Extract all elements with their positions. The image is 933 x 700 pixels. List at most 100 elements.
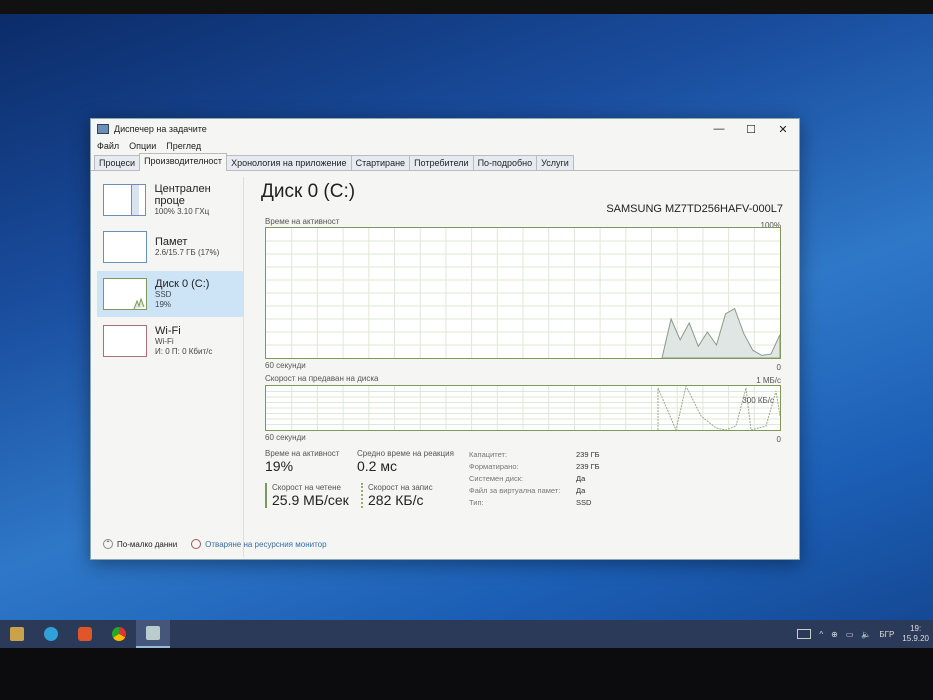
graph2-min: 0 <box>776 435 781 444</box>
sidebar-item-label: Wi-Fi <box>155 325 181 337</box>
resource-monitor-icon <box>191 539 202 549</box>
prop-value: Да <box>576 474 586 483</box>
brave-button[interactable] <box>68 620 102 648</box>
active-time-label: Време на активност <box>265 449 340 458</box>
clock-date: 15.9.20 <box>902 634 929 643</box>
footer: ⌃ По-малко данни Отваряне на ресурсния мо… <box>103 539 327 549</box>
graph1-time: 60 секунди <box>265 361 306 370</box>
task-manager-window: Диспечер на задачите — ☐ ✕ Файл Опции Пр… <box>90 118 800 560</box>
language-indicator[interactable]: БГР <box>879 630 894 639</box>
prop-label: Форматирано: <box>469 462 519 471</box>
tab-app-history[interactable]: Хронология на приложение <box>226 155 352 170</box>
menu-options[interactable]: Опции <box>129 141 156 153</box>
battery-icon[interactable]: ▭ <box>846 630 854 639</box>
disk-model: SAMSUNG MZ7TD256HAFV-000L7 <box>606 203 783 215</box>
brave-icon <box>78 627 92 641</box>
sidebar-item-cpu[interactable]: Централен проце 100% 3.10 ГХц <box>97 177 243 223</box>
chevron-up-icon[interactable]: ^ <box>819 630 823 639</box>
activity-graph <box>265 227 781 359</box>
task-manager-icon <box>97 124 109 134</box>
graph2-max: 1 МБ/с <box>756 376 781 385</box>
clock-time: 19: <box>910 624 922 633</box>
globe-icon[interactable]: ⊕ <box>831 630 838 639</box>
sidebar-item-label: Централен проце <box>154 183 211 207</box>
title-bar: Диспечер на задачите — ☐ ✕ <box>91 119 799 139</box>
sidebar-item-sub: 19% <box>155 300 172 309</box>
sidebar-item-sub: 100% 3.10 ГХц <box>154 207 210 216</box>
read-speed-value: 25.9 МБ/сек <box>272 492 349 508</box>
sidebar-item-sub: И: 0 П: 0 Кбит/с <box>155 347 213 356</box>
tab-processes[interactable]: Процеси <box>94 155 141 170</box>
prop-label: Файл за виртуална памет: <box>469 486 561 495</box>
graph2-mid: 300 КБ/с <box>742 396 774 405</box>
folder-icon <box>10 627 24 641</box>
activity-series <box>661 307 780 358</box>
clock[interactable]: 19: 15.9.20 <box>902 624 929 644</box>
tab-services[interactable]: Услуги <box>536 155 574 170</box>
sidebar-item-sub: SSD <box>155 290 172 299</box>
disk-thumbnail <box>103 278 147 310</box>
open-resource-monitor-link[interactable]: Отваряне на ресурсния монитор <box>205 540 326 549</box>
graph1-min: 0 <box>776 363 781 372</box>
wifi-thumbnail <box>103 325 147 357</box>
news-icon[interactable] <box>797 629 812 639</box>
fewer-details-label: По-малко данни <box>117 539 178 549</box>
read-speed-label: Скорост на четене <box>272 483 341 492</box>
transfer-rate-graph: 300 КБ/с <box>265 385 781 431</box>
file-explorer-button[interactable] <box>0 620 34 648</box>
prop-label: Системен диск: <box>469 474 524 483</box>
response-time-label: Средно време на реакция <box>357 449 454 458</box>
memory-thumbnail <box>103 231 147 263</box>
prop-value: Да <box>576 486 586 495</box>
sidebar-item-memory[interactable]: Памет 2.6/15.7 ГБ (17%) <box>97 224 243 270</box>
tab-details[interactable]: По-подробно <box>472 155 538 170</box>
sidebar-item-label: Диск 0 (C:) <box>155 278 210 290</box>
menu-file[interactable]: Файл <box>97 141 119 153</box>
edge-icon <box>44 627 58 641</box>
active-time-value: 19% <box>265 458 294 474</box>
graph1-label: Време на активност <box>265 217 340 226</box>
prop-value: 239 ГБ <box>576 462 600 471</box>
graph2-time: 60 секунди <box>265 433 306 442</box>
menu-view[interactable]: Преглед <box>166 141 201 153</box>
divider <box>243 177 244 557</box>
write-speed-value: 282 КБ/с <box>368 492 424 508</box>
sidebar-item-sub: Wi-Fi <box>155 337 174 346</box>
chrome-button[interactable] <box>102 620 136 648</box>
prop-label: Капацитет: <box>469 450 508 459</box>
prop-value: SSD <box>576 498 592 507</box>
write-speed-label: Скорост на запис <box>368 483 433 492</box>
prop-value: 239 ГБ <box>576 450 600 459</box>
fewer-details-button[interactable]: ⌃ По-малко данни <box>103 539 177 549</box>
response-time-value: 0.2 мс <box>357 458 397 474</box>
system-tray: ^ ⊕ ▭ 🔈 БГР 19: 15.9.20 <box>797 624 933 644</box>
sidebar-item-disk[interactable]: Диск 0 (C:) SSD 19% <box>97 271 243 317</box>
resource-sidebar: Централен проце 100% 3.10 ГХц Памет 2.6/15… <box>97 177 243 365</box>
task-manager-taskbar-button[interactable] <box>136 620 170 648</box>
tab-performance[interactable]: Производителност <box>139 153 228 171</box>
tab-bar: Процеси Производителност Хронология на п… <box>91 153 799 171</box>
edge-button[interactable] <box>34 620 68 648</box>
volume-icon[interactable]: 🔈 <box>861 630 871 639</box>
close-button[interactable]: ✕ <box>767 123 799 136</box>
graph2-label: Скорост на предаван на диска <box>265 374 379 383</box>
maximize-button[interactable]: ☐ <box>735 123 767 136</box>
cpu-thumbnail <box>103 184 147 216</box>
prop-label: Тип: <box>469 498 484 507</box>
screen-bezel <box>0 0 933 14</box>
window-title: Диспечер на задачите <box>114 124 207 134</box>
page-title: Диск 0 (C:) <box>261 181 356 202</box>
tab-startup[interactable]: Стартиране <box>350 155 411 170</box>
sidebar-item-label: Памет <box>155 236 188 248</box>
tab-users[interactable]: Потребители <box>409 155 474 170</box>
chevron-up-icon: ⌃ <box>103 539 113 549</box>
sidebar-item-sub: 2.6/15.7 ГБ (17%) <box>155 248 220 257</box>
chrome-icon <box>112 627 126 641</box>
disk-panel: Диск 0 (C:) SAMSUNG MZ7TD256HAFV-000L7 В… <box>261 181 791 551</box>
taskbar: ^ ⊕ ▭ 🔈 БГР 19: 15.9.20 <box>0 620 933 648</box>
sidebar-item-wifi[interactable]: Wi-Fi Wi-Fi И: 0 П: 0 Кбит/с <box>97 318 243 364</box>
minimize-button[interactable]: — <box>703 123 735 136</box>
disk-properties: Капацитет: 239 ГБ Форматирано: 239 ГБ Сист… <box>469 449 600 509</box>
task-manager-icon <box>146 626 160 640</box>
screen-bezel-bottom <box>0 648 933 700</box>
